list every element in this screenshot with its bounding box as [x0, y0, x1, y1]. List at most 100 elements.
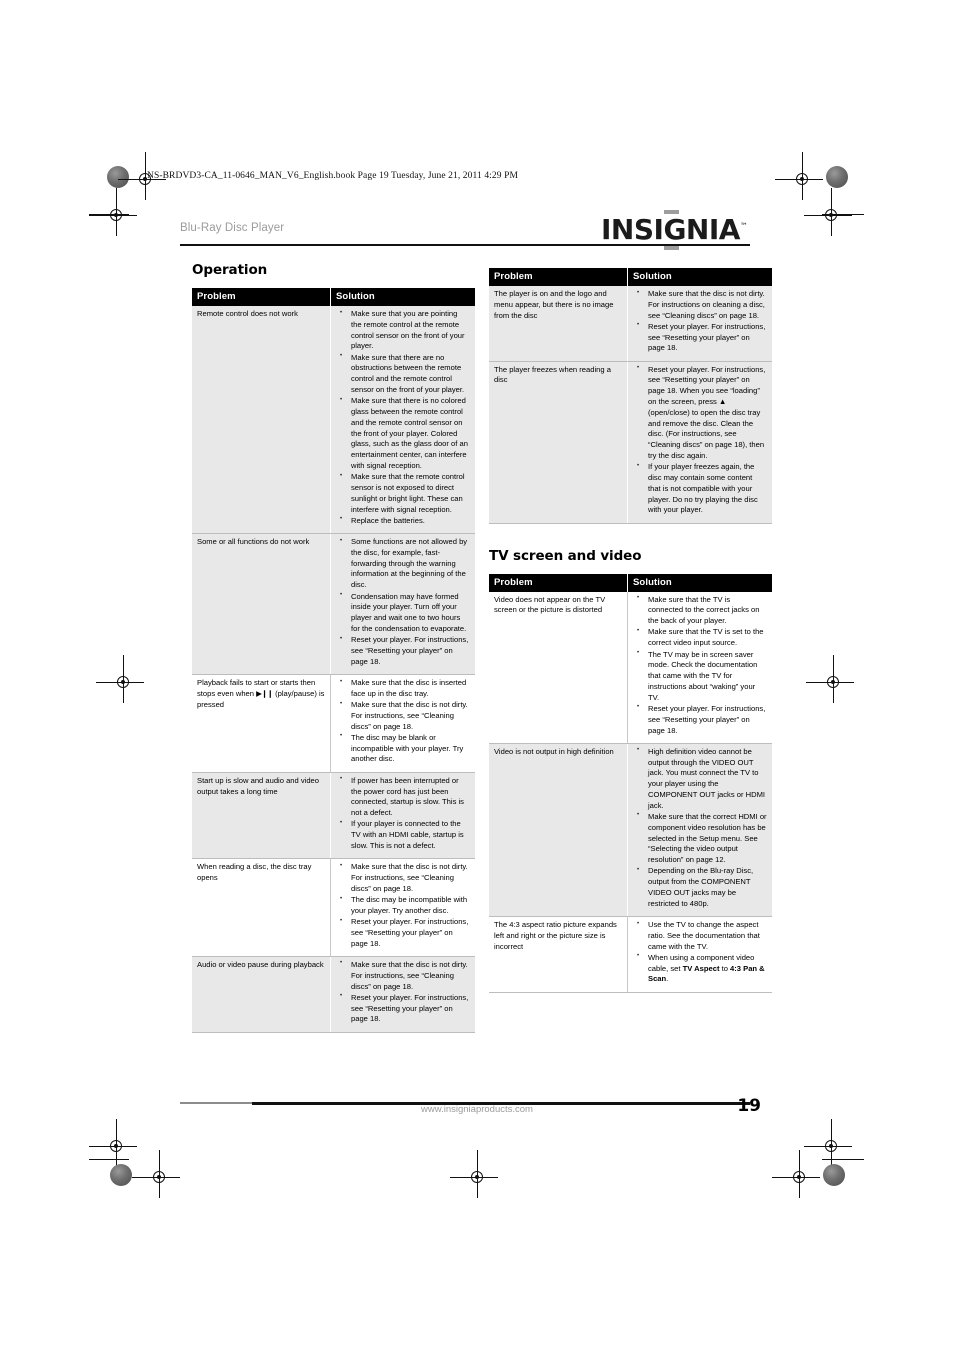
list-item: Condensation may have formed inside your… [333, 591, 470, 635]
registration-mark-left-upper [89, 188, 137, 236]
table-header-row: Problem Solution [489, 268, 772, 286]
table-row: Some or all functions do not work Some f… [192, 533, 475, 675]
file-code-line: NS-BRDVD3-CA_11-0646_MAN_V6_English.book… [147, 171, 519, 181]
problem-cell: Start up is slow and audio and video out… [192, 772, 331, 860]
list-item: Make sure that the correct HDMI or compo… [630, 811, 767, 866]
table-row: Remote control does not work Make sure t… [192, 306, 475, 535]
registration-mark-bottom-center [450, 1150, 498, 1198]
problem-cell: Remote control does not work [192, 306, 331, 535]
table-row: When reading a disc, the disc tray opens… [192, 858, 475, 957]
list-item: Reset your player. For instructions, see… [630, 321, 767, 354]
list-item: Reset your player. For instructions, see… [333, 917, 470, 949]
solution-cell: Make sure that the disc is not dirty. Fo… [330, 858, 475, 957]
list-item: Some functions are not allowed by the di… [333, 537, 470, 591]
list-item: Depending on the Blu-ray Disc, output fr… [630, 866, 767, 909]
problem-cell: When reading a disc, the disc tray opens [192, 858, 331, 957]
list-item: Make sure that there are no obstructions… [333, 352, 470, 396]
problem-cell: Some or all functions do not work [192, 533, 331, 675]
rich-solution-list: Use the TV to change the aspect ratio. S… [630, 919, 767, 985]
registration-mark-right-upper [804, 188, 852, 236]
body-text: to [719, 963, 731, 973]
table-row: Video does not appear on the TV screen o… [489, 591, 772, 744]
registration-mark-left-lower [89, 1119, 137, 1167]
solution-cell: Make sure that the disc is inserted face… [330, 674, 475, 773]
column-header-solution: Solution [330, 288, 475, 306]
crop-mark-bottom-right-h [822, 1159, 864, 1160]
table-row: Audio or video pause during playback Mak… [192, 956, 475, 1033]
section-title-tv-screen-and-video: TV screen and video [489, 547, 642, 564]
list-item: Make sure that the TV is connected to th… [630, 594, 767, 627]
page-number: 19 [737, 1096, 761, 1116]
list-item: The disc may be blank or incompatible wi… [333, 732, 470, 765]
solution-cell: High definition video cannot be output t… [627, 743, 772, 918]
trademark-symbol: ™ [739, 221, 748, 231]
list-item: Reset your player. For instructions, see… [333, 635, 470, 667]
list-item: Make sure that the remote control sensor… [333, 472, 470, 515]
list-item: If power has been interrupted or the pow… [333, 775, 470, 819]
registration-mark-bottom-left [132, 1150, 180, 1198]
left-column: Operation Problem Solution Remote contro… [192, 262, 475, 1033]
operation-table-body: Remote control does not work Make sure t… [192, 306, 475, 1033]
crop-mark-top-left-h [89, 214, 129, 215]
list-item: The disc may be incompatible with your p… [333, 895, 470, 917]
registration-mark-right-middle [806, 655, 854, 703]
table-row: The 4:3 aspect ratio picture expands lef… [489, 916, 772, 993]
solution-cell: Some functions are not allowed by the di… [330, 533, 475, 675]
list-item: If your player freezes again, the disc m… [630, 462, 767, 516]
list-item: When using a component video cable, set … [630, 952, 767, 985]
section-title-operation: Operation [192, 262, 268, 278]
solution-cell: Make sure that you are pointing the remo… [330, 306, 475, 535]
column-header-solution: Solution [627, 573, 772, 592]
solution-cell: Make sure that the disc is not dirty. Fo… [627, 286, 772, 362]
column-header-problem: Problem [489, 573, 628, 592]
list-item: Reset your player. For instructions, see… [630, 364, 767, 462]
list-item: Make sure that the disc is inserted face… [333, 678, 470, 700]
registration-mark-left-middle [96, 655, 144, 703]
problem-cell: The 4:3 aspect ratio picture expands lef… [489, 916, 628, 993]
insignia-logo: INSI G NIA™ [601, 210, 748, 250]
list-item: Make sure that the disc is not dirty. Fo… [333, 700, 470, 732]
table-row: Video is not output in high definition H… [489, 743, 772, 918]
color-blob-top-right [826, 166, 848, 188]
list-item: Make sure that the disc is not dirty. Fo… [333, 862, 470, 894]
problem-cell: Video is not output in high definition [489, 743, 628, 918]
solution-cell: Use the TV to change the aspect ratio. S… [627, 916, 772, 993]
right-column: Problem Solution The player is on and th… [489, 268, 772, 993]
tv-screen-video-table: Problem Solution Video does not appear o… [489, 573, 772, 993]
play-pause-icon: ▶❙❙ [256, 689, 273, 699]
problem-cell: Audio or video pause during playback [192, 956, 331, 1033]
column-header-problem: Problem [489, 268, 628, 286]
solution-cell: Make sure that the disc is not dirty. Fo… [330, 956, 475, 1033]
solution-cell: Reset your player. For instructions, see… [627, 361, 772, 524]
color-blob-top-left [107, 166, 129, 188]
list-item: Make sure that the disc is not dirty. Fo… [630, 288, 767, 321]
registration-mark-top-right [775, 152, 823, 200]
solution-cell: Make sure that the TV is connected to th… [627, 591, 772, 744]
list-item: Use the TV to change the aspect ratio. S… [630, 919, 767, 952]
list-item: Make sure that you are pointing the remo… [333, 308, 470, 352]
problem-cell: Video does not appear on the TV screen o… [489, 591, 628, 744]
table-header-row: Problem Solution [192, 288, 475, 306]
column-header-problem: Problem [192, 288, 331, 306]
list-item: Make sure that the TV is set to the corr… [630, 627, 767, 649]
table-row: The player freezes when reading a disc R… [489, 361, 772, 524]
running-head: Blu-Ray Disc Player [180, 222, 285, 234]
problem-cell: The player is on and the logo and menu a… [489, 286, 628, 362]
list-item: Make sure that there is no colored glass… [333, 396, 470, 471]
table-row: The player is on and the logo and menu a… [489, 286, 772, 362]
crop-mark-bottom-left-h [89, 1159, 129, 1160]
operation-table-continued-body: The player is on and the logo and menu a… [489, 286, 772, 524]
registration-mark-bottom-right [772, 1150, 820, 1198]
body-text: . [666, 974, 669, 984]
table-row: Playback fails to start or starts then s… [192, 674, 475, 773]
body-text: Use the TV to change the aspect ratio. S… [648, 920, 760, 951]
solution-cell: If power has been interrupted or the pow… [330, 772, 475, 860]
operation-table: Problem Solution Remote control does not… [192, 288, 475, 1033]
table-header-row: Problem Solution [489, 573, 772, 592]
list-item: Reset your player. For instructions, see… [630, 703, 767, 736]
list-item: Reset your player. For instructions, see… [333, 992, 470, 1025]
emphasis-text: TV Aspect [682, 963, 720, 973]
list-item: Replace the batteries. [333, 515, 470, 527]
registration-mark-right-lower [804, 1119, 852, 1167]
color-blob-bottom-left [110, 1164, 132, 1186]
